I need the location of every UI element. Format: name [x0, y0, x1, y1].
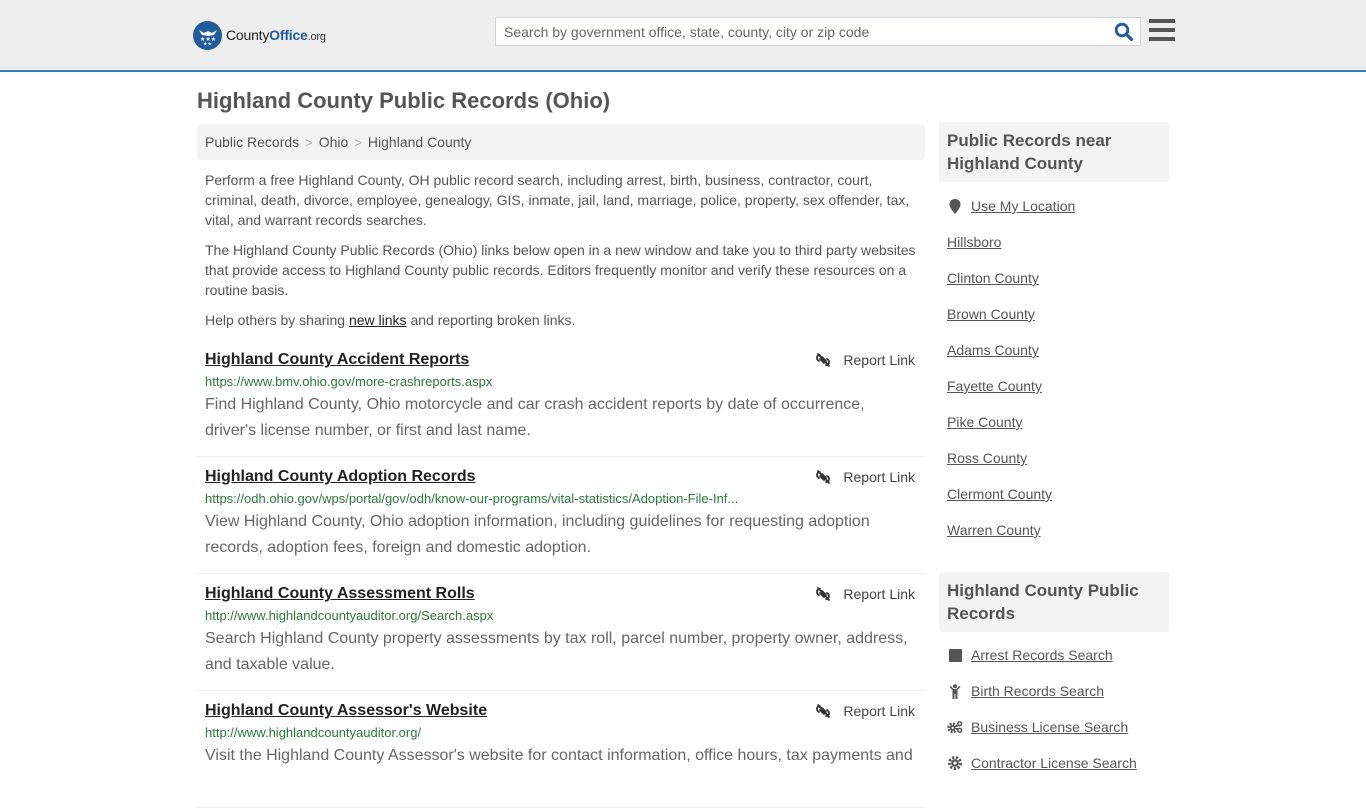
- report-link-label: Report Link: [843, 469, 915, 485]
- nearby-link-brown-county[interactable]: Brown County: [947, 306, 1035, 322]
- nearby-link-fayette-county[interactable]: Fayette County: [947, 378, 1042, 394]
- sidebar-records: Highland County Public Records Arrest Re…: [939, 572, 1169, 781]
- breadcrumb-public-records[interactable]: Public Records: [205, 134, 299, 150]
- records-search-item: Arrest Records Search: [947, 637, 1161, 673]
- record-title-link[interactable]: Highland County Assessor's Website: [205, 701, 487, 721]
- record-title-link[interactable]: Highland County Adoption Records: [205, 467, 476, 487]
- sidebar-nearby: Public Records near Highland County Use …: [939, 122, 1169, 548]
- record-item: Highland County Assessor's Website http:…: [197, 691, 925, 808]
- nearby-item: Fayette County: [947, 368, 1161, 404]
- header-divider: [0, 67, 1366, 68]
- search-button[interactable]: [1114, 22, 1134, 42]
- search-input[interactable]: [496, 18, 1106, 45]
- records-search-item: Birth Records Search: [947, 673, 1161, 709]
- nearby-link-clermont-county[interactable]: Clermont County: [947, 486, 1052, 502]
- site-logo[interactable]: ★★★ ★★ CountyOffice.org: [193, 20, 326, 50]
- breadcrumb: Public Records > Ohio > Highland County: [197, 124, 925, 160]
- intro-text: Perform a free Highland County, OH publi…: [205, 170, 920, 340]
- breadcrumb-highland-county[interactable]: Highland County: [368, 134, 472, 150]
- records-list: Highland County Accident Reports https:/…: [197, 340, 925, 808]
- help-text: Help others by sharing: [205, 312, 349, 328]
- report-link-label: Report Link: [843, 586, 915, 602]
- record-url: https://www.bmv.ohio.gov/more-crashrepor…: [205, 374, 493, 389]
- search-icon: [1114, 22, 1134, 42]
- svg-text:★★: ★★: [203, 42, 212, 47]
- record-item: Highland County Accident Reports https:/…: [197, 340, 925, 457]
- new-links-link[interactable]: new links: [349, 312, 407, 328]
- nearby-item: Clermont County: [947, 476, 1161, 512]
- birth-records-search-link[interactable]: Birth Records Search: [971, 683, 1104, 699]
- nearby-link-ross-county[interactable]: Ross County: [947, 450, 1027, 466]
- square-icon: [947, 648, 963, 662]
- use-location-item: Use My Location: [947, 188, 1161, 224]
- records-search-item: Contractor License Search: [947, 745, 1161, 781]
- business-license-search-link[interactable]: Business License Search: [971, 719, 1128, 735]
- broken-link-icon: [816, 353, 831, 367]
- nearby-item: Brown County: [947, 296, 1161, 332]
- hamburger-menu-button[interactable]: [1149, 19, 1175, 43]
- breadcrumb-separator: >: [305, 134, 313, 150]
- record-description: Visit the Highland County Assessor's web…: [205, 747, 913, 764]
- cogs-icon: [947, 720, 963, 734]
- broken-link-icon: [816, 587, 831, 601]
- report-link-button[interactable]: Report Link: [815, 703, 915, 719]
- child-icon: [947, 683, 963, 699]
- intro-paragraph-2: The Highland County Public Records (Ohio…: [205, 242, 916, 298]
- page-title: Highland County Public Records (Ohio): [197, 88, 611, 113]
- report-link-label: Report Link: [843, 352, 915, 368]
- nearby-link-hillsboro[interactable]: Hillsboro: [947, 234, 1001, 250]
- broken-link-icon: [816, 704, 831, 718]
- arrest-records-search-link[interactable]: Arrest Records Search: [971, 647, 1113, 663]
- menu-bar-icon: [1149, 37, 1175, 41]
- records-search-item: Business License Search: [947, 709, 1161, 745]
- logo-wordmark: CountyOffice.org: [226, 27, 326, 43]
- record-item: Highland County Assessment Rolls http://…: [197, 574, 925, 691]
- logo-text-office: Office: [269, 27, 308, 43]
- nearby-item: Adams County: [947, 332, 1161, 368]
- record-item: Highland County Adoption Records https:/…: [197, 457, 925, 574]
- record-url: http://www.highlandcountyauditor.org/Sea…: [205, 608, 494, 623]
- sidebar-nearby-heading: Public Records near Highland County: [939, 122, 1169, 182]
- nearby-item: Clinton County: [947, 260, 1161, 296]
- report-link-button[interactable]: Report Link: [815, 469, 915, 485]
- nearby-item: Pike County: [947, 404, 1161, 440]
- record-title-link[interactable]: Highland County Accident Reports: [205, 350, 469, 370]
- breadcrumb-ohio[interactable]: Ohio: [319, 134, 349, 150]
- breadcrumb-separator: >: [354, 134, 362, 150]
- record-title-link[interactable]: Highland County Assessment Rolls: [205, 584, 475, 604]
- use-my-location-link[interactable]: Use My Location: [971, 198, 1075, 214]
- intro-paragraph-1: Perform a free Highland County, OH publi…: [205, 172, 910, 228]
- help-text-end: and reporting broken links.: [406, 312, 576, 328]
- menu-bar-icon: [1149, 19, 1175, 23]
- logo-emblem-icon: ★★★ ★★: [193, 20, 222, 50]
- logo-text-county: County: [226, 27, 270, 43]
- nearby-link-clinton-county[interactable]: Clinton County: [947, 270, 1039, 286]
- broken-link-icon: [816, 470, 831, 484]
- nearby-list: Use My Location Hillsboro Clinton County…: [939, 188, 1169, 548]
- record-url: http://www.highlandcountyauditor.org/: [205, 725, 422, 740]
- records-search-list: Arrest Records Search Birth Records Sear…: [939, 637, 1169, 781]
- record-description: Find Highland County, Ohio motorcycle an…: [205, 396, 865, 439]
- record-url: https://odh.ohio.gov/wps/portal/gov/odh/…: [205, 491, 739, 506]
- site-header: ★★★ ★★ CountyOffice.org: [0, 0, 1366, 72]
- nearby-item: Ross County: [947, 440, 1161, 476]
- intro-paragraph-3: Help others by sharing new links and rep…: [205, 310, 920, 330]
- menu-bar-icon: [1149, 28, 1175, 32]
- contractor-license-search-link[interactable]: Contractor License Search: [971, 755, 1137, 771]
- report-link-label: Report Link: [843, 703, 915, 719]
- nearby-link-warren-county[interactable]: Warren County: [947, 522, 1041, 538]
- record-description: Search Highland County property assessme…: [205, 630, 908, 673]
- nearby-link-pike-county[interactable]: Pike County: [947, 414, 1022, 430]
- nearby-item: Hillsboro: [947, 224, 1161, 260]
- search-box: [495, 17, 1141, 46]
- report-link-button[interactable]: Report Link: [815, 352, 915, 368]
- nearby-item: Warren County: [947, 512, 1161, 548]
- sidebar-records-heading: Highland County Public Records: [939, 572, 1169, 632]
- report-link-button[interactable]: Report Link: [815, 586, 915, 602]
- nearby-link-adams-county[interactable]: Adams County: [947, 342, 1039, 358]
- logo-text-tld: .org: [307, 31, 326, 43]
- record-description: View Highland County, Ohio adoption info…: [205, 513, 870, 556]
- map-marker-icon: [947, 198, 963, 214]
